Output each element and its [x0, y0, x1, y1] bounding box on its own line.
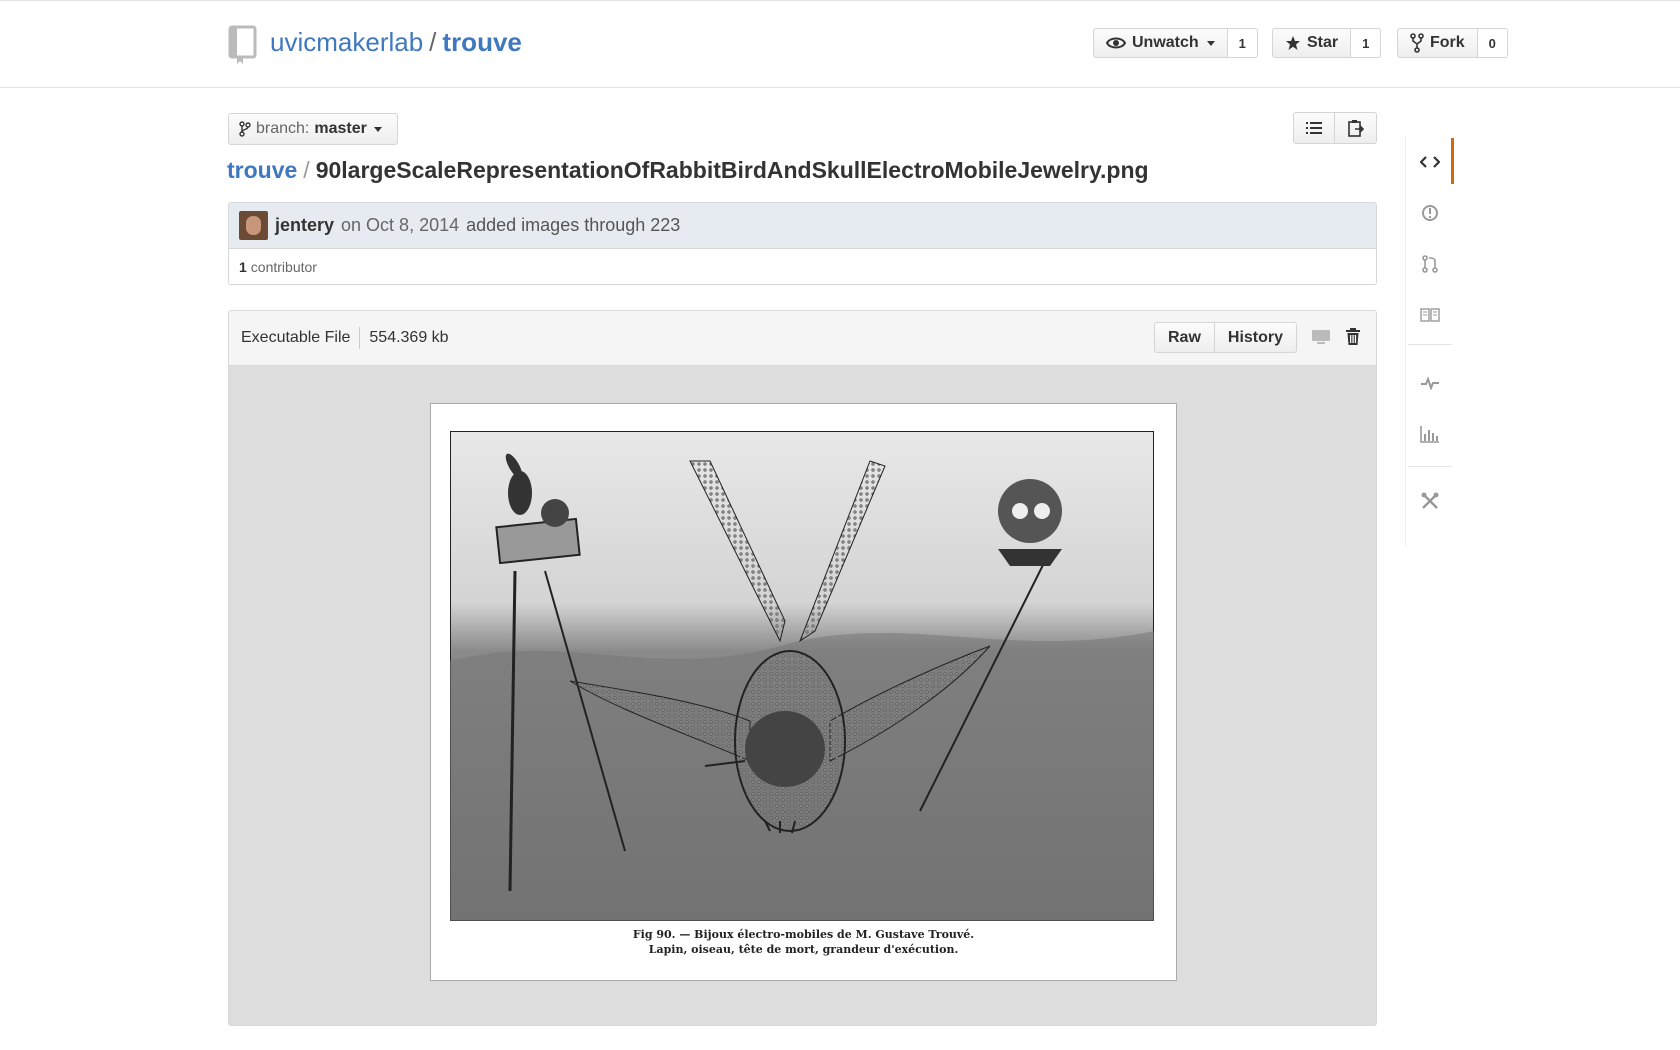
contributors-label: contributor [250, 259, 317, 275]
commit-date: on Oct 8, 2014 [341, 215, 460, 235]
code-icon [1420, 156, 1440, 168]
image-caption-line-2: Lapin, oiseau, tête de mort, grandeur d'… [648, 943, 959, 956]
nav-graphs[interactable] [1406, 412, 1454, 456]
repo-name-link[interactable]: trouve [442, 27, 521, 57]
nav-code[interactable] [1406, 140, 1454, 184]
star-label: Star [1307, 34, 1339, 51]
watch-group: Unwatch 1 [1093, 28, 1258, 58]
issues-icon [1422, 205, 1438, 221]
file-actions: Raw History [1154, 322, 1298, 353]
breadcrumb-root-link[interactable]: trouve [227, 157, 297, 183]
branch-label: branch: [256, 120, 310, 137]
file-viewer: Executable File 554.369 kb Raw History F… [228, 310, 1377, 1026]
breadcrumb-file-name: 90largeScaleRepresentationOfRabbitBirdAn… [315, 157, 1149, 183]
eye-icon [1106, 37, 1126, 49]
pulse-icon [1421, 376, 1439, 390]
pull-request-icon [1422, 255, 1438, 273]
stargazers-count[interactable]: 1 [1351, 28, 1382, 58]
trash-icon[interactable] [1342, 326, 1364, 348]
star-button[interactable]: Star [1272, 28, 1352, 58]
list-icon [1306, 122, 1322, 134]
unwatch-label: Unwatch [1132, 34, 1199, 51]
contributors-summary[interactable]: 1 contributor [229, 249, 1376, 285]
branch-icon [239, 121, 251, 137]
breadcrumb-separator: / [303, 157, 310, 183]
nav-divider [1408, 466, 1452, 467]
commit-header: jentery on Oct 8, 2014 added images thro… [229, 203, 1376, 249]
repo-sidebar-nav [1405, 136, 1454, 546]
clippy-icon [1347, 120, 1364, 137]
copy-path-button[interactable] [1335, 112, 1377, 144]
commit-message-link[interactable]: added images through 223 [466, 215, 680, 236]
repo-title-separator: / [429, 27, 437, 57]
history-button[interactable]: History [1214, 322, 1298, 353]
nav-issues[interactable] [1406, 191, 1454, 235]
image-caption-line-1: Fig 90. — Bijoux électro-mobiles de M. G… [632, 928, 975, 941]
wiki-icon [1420, 308, 1440, 322]
star-group: Star 1 [1272, 28, 1382, 58]
file-breadcrumb: trouve/90largeScaleRepresentationOfRabbi… [227, 157, 1149, 184]
watchers-count[interactable]: 1 [1227, 28, 1258, 58]
chevron-down-icon [1206, 40, 1215, 46]
nav-settings[interactable] [1406, 479, 1454, 523]
file-mode: Executable File [241, 329, 351, 346]
repo-header: uvicmakerlab / trouve Unwatch 1 Star 1 For… [0, 1, 1680, 88]
nav-pull-requests[interactable] [1406, 242, 1454, 286]
contributors-count: 1 [239, 259, 247, 275]
file-view-buttons [1293, 112, 1377, 144]
unwatch-button[interactable]: Unwatch [1093, 28, 1228, 58]
desktop-icon[interactable] [1310, 326, 1332, 348]
fork-label: Fork [1430, 34, 1465, 51]
file-header: Executable File 554.369 kb Raw History [229, 311, 1376, 366]
branch-name: master [314, 120, 367, 137]
repo-title: uvicmakerlab / trouve [270, 27, 522, 58]
repo-icon [228, 25, 257, 64]
fork-icon [1410, 33, 1424, 53]
nav-divider [1408, 344, 1452, 345]
fork-group: Fork 0 [1397, 28, 1508, 58]
file-size: 554.369 kb [369, 329, 449, 346]
chevron-down-icon [373, 126, 382, 132]
file-info-divider [359, 327, 361, 349]
image-preview: Fig 90. — Bijoux électro-mobiles de M. G… [430, 403, 1177, 981]
raw-button[interactable]: Raw [1154, 322, 1215, 353]
settings-icon [1421, 492, 1439, 509]
latest-commit-box: jentery on Oct 8, 2014 added images thro… [228, 202, 1377, 285]
star-icon [1286, 36, 1300, 50]
branch-select-button[interactable]: branch: master [228, 113, 398, 145]
repo-owner-link[interactable]: uvicmakerlab [270, 27, 423, 57]
nav-pulse[interactable] [1406, 361, 1454, 405]
fork-button[interactable]: Fork [1397, 28, 1478, 58]
list-view-button[interactable] [1293, 112, 1335, 144]
commit-author-link[interactable]: jentery [275, 215, 334, 236]
image-caption: Fig 90. — Bijoux électro-mobiles de M. G… [431, 927, 1176, 957]
engraving-image [450, 431, 1154, 921]
graphs-icon [1420, 426, 1439, 443]
forks-count[interactable]: 0 [1477, 28, 1508, 58]
avatar[interactable] [239, 211, 268, 240]
nav-wiki[interactable] [1406, 293, 1454, 337]
